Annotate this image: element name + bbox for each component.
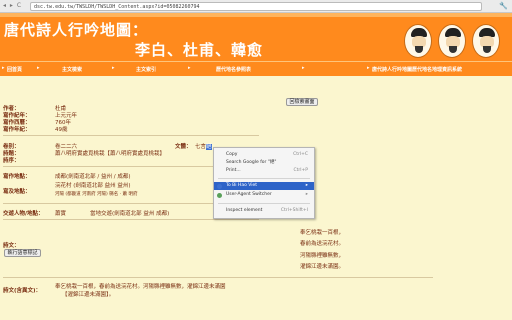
divider [3,277,433,278]
divider [3,219,259,220]
context-copy-label: Copy [226,152,238,157]
back-to-search-button[interactable]: 回檢索畫面 [286,98,318,106]
poet-portrait-1 [404,24,432,58]
address-bar[interactable]: dsc.tw.edu.tw/TWSLDH/TWSLDH_Content.aspx… [30,2,482,11]
poem-text-line-2: 【濯錦江邊未滿園】。 [62,292,115,298]
poem-label: 詩文： [3,243,20,249]
menu-arrow-icon: ▸ [2,65,5,71]
divider [3,203,213,204]
poem-text-line-1: 奉乞桃栽一百根，春前為送浣花村。河陽縣裡雖無數，濯錦江邊未滿園 [55,284,226,290]
title-value: 蕭八明府實處覓桃栽【蕭八明府實處覓桃栽】 [55,151,166,157]
context-ua-switcher[interactable]: User-Agent Switcher ▸ [214,191,314,199]
main-menu: ▸ 回首頁 ▸ 主文檢索 ▸ 主文索引 ▸ 歷代地名參照表 ▸ ▸ 唐代詩人行吟… [0,61,512,76]
age-label: 寫作年紀： [3,127,31,133]
shortcut: Ctrl+P [293,168,309,173]
poem-line-2: 春前為送浣花村。 [300,241,345,247]
menu-item-index[interactable]: 主文索引 [136,66,156,73]
submenu-arrow-icon: ▸ [305,183,308,188]
poem-line-3: 河陽縣裡雖無數， [300,253,345,259]
browser-nav-buttons[interactable]: ◂ ▸ C [3,2,22,9]
context-copy[interactable]: Copy Ctrl+C [214,151,314,159]
submenu-arrow-icon: ▸ [305,192,308,197]
style-label: 文體： [175,144,192,150]
translate-icon [217,184,222,189]
banner-stripe [0,13,512,17]
write-place-label: 寫作地點： [3,174,31,180]
menu-item-search[interactable]: 主文檢索 [62,66,82,73]
context-switcher-label: User-Agent Switcher [226,192,272,197]
age-value: 49歲 [55,127,68,133]
write-place-value: 成都(劍南道北部 / 益州 / 成都) [55,174,131,180]
banner-title: 唐代詩人行吟地圖： [4,21,149,39]
menu-arrow-icon: ▸ [112,65,115,71]
poem-line-1: 奉乞桃栽一百根， [300,230,345,236]
style-prefix: 七言 [195,144,207,150]
menu-arrow-icon: ▸ [367,65,370,71]
context-inspect-label: Inspect element [226,208,263,213]
poet-portrait-2 [438,24,466,58]
contact-place: 當地交遊(劍南道北部 益州 成都) [90,211,170,217]
mentioned-place-2: 河陽 (都畿道 河南府 河陽) 縣名 · 蕭 明府 [55,192,138,197]
divider [3,135,259,136]
style-selected-text[interactable]: 絕 [206,144,212,150]
poem-text-label: 詩文(含異文)： [3,288,42,294]
context-translate[interactable]: To Bi Hao Viet ▸ [214,182,314,190]
mentioned-place-1: 浣花村 (劍南道北部 益州 益州) [55,183,131,189]
browser-toolbar: ◂ ▸ C dsc.tw.edu.tw/TWSLDH/TWSLDH_Conten… [0,0,512,13]
context-print[interactable]: Print... Ctrl+P [214,167,314,175]
style-value: 七言絕 [195,142,212,150]
contact-person: 蕭實 [55,211,67,217]
preface-label: 詩序： [3,158,20,164]
context-inspect[interactable]: Inspect element Ctrl+Shift+I [214,207,314,215]
semantic-markup-button[interactable]: 執行語意標記 [4,249,41,257]
menu-item-home[interactable]: 回首頁 [7,66,22,73]
shortcut: Ctrl+Shift+I [280,208,308,213]
context-translate-label: To Bi Hao Viet [226,183,258,188]
poem-line-4: 濯錦江邊未滿園。 [300,264,345,270]
menu-arrow-icon: ▸ [302,65,305,71]
site-banner: 唐代詩人行吟地圖： 李白、杜甫、韓愈 [0,13,512,61]
poet-portrait-3 [472,24,500,58]
wrench-icon[interactable]: 🔧 [499,2,508,10]
context-search-google[interactable]: Search Google for "絕" [214,159,314,167]
menu-item-placenames[interactable]: 歷代地名參照表 [216,66,251,73]
context-print-label: Print... [226,168,241,173]
menu-item-gis[interactable]: 唐代詩人行吟地圖歷代地名地理資訊系統 [372,66,462,73]
shortcut: Ctrl+C [293,152,308,157]
menu-separator [218,203,310,204]
banner-subtitle: 李白、杜甫、韓愈 [135,41,264,59]
menu-arrow-icon: ▸ [188,65,191,71]
contact-label: 交遊人物/地點： [3,211,44,217]
context-menu: Copy Ctrl+C Search Google for "絕" Print..… [213,147,315,219]
menu-arrow-icon: ▸ [37,65,40,71]
menu-separator [218,178,310,179]
divider [3,166,213,167]
ua-switcher-icon [217,193,222,198]
mentioned-place-label: 寫及地點： [3,189,31,195]
